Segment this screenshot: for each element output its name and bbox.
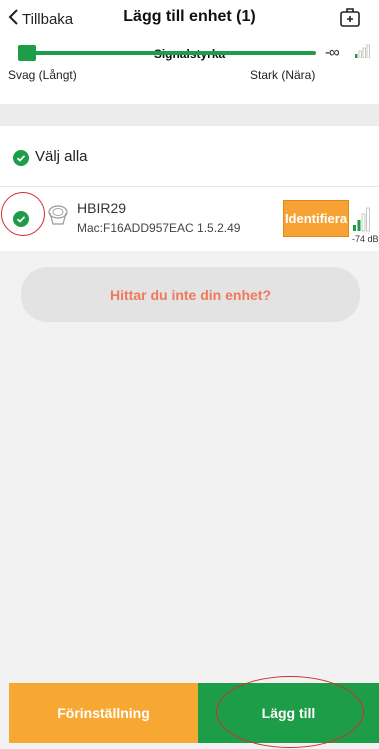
section-divider [0,104,379,126]
signal-slider-track[interactable] [20,51,316,55]
preset-button[interactable]: Förinställning [9,683,198,743]
medkit-add-icon[interactable] [338,6,362,35]
signal-slider-thumb[interactable] [18,45,36,61]
weak-label: Svag (Långt) [8,68,77,82]
device-sensor-icon [47,204,69,233]
signal-strength-panel: Signalstyrka Svag (Långt) Stark (Nära) [0,38,379,104]
identify-button[interactable]: Identifiera [283,200,349,237]
threshold-label: -∞ [325,44,340,61]
header-bar: Tillbaka Lägg till enhet (1) [0,0,379,38]
cant-find-device-button[interactable]: Hittar du inte din enhet? [21,267,360,322]
page-title: Lägg till enhet (1) [123,8,256,25]
strong-label: Stark (Nära) [250,68,316,82]
check-circle-icon[interactable] [13,211,29,232]
device-name: HBIR29 [77,200,127,216]
device-mac: Mac:F16ADD957EAC 1.5.2.49 [77,221,241,235]
select-all-label: Välj alla [35,148,88,165]
device-rssi: -74 dB [352,234,379,244]
add-button[interactable]: Lägg till [198,683,379,743]
signal-bars-icon [355,44,373,63]
check-circle-icon[interactable] [13,150,29,171]
select-all-row[interactable]: Välj alla [0,126,379,187]
